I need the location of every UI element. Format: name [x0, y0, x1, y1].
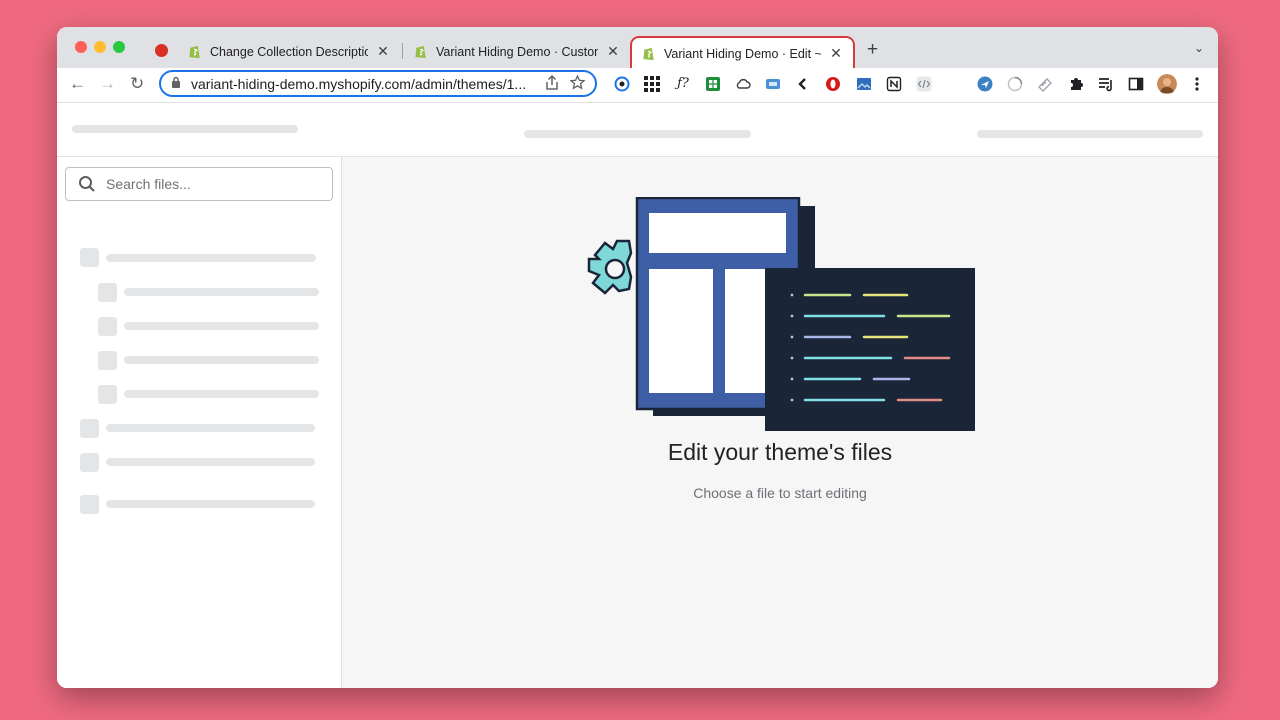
forward-button[interactable]: → [99, 74, 116, 94]
loading-icon[interactable] [1007, 76, 1023, 92]
tab-title: Variant Hiding Demo · Edit ~ th [664, 46, 821, 61]
tab-variant-hiding-demo-customize[interactable]: Variant Hiding Demo · Customi ✕ [404, 35, 630, 68]
notion-icon[interactable] [886, 76, 902, 92]
puzzle-icon[interactable] [1068, 76, 1084, 92]
address-bar[interactable]: variant-hiding-demo.myshopify.com/admin/… [159, 70, 597, 97]
code-icon[interactable] [916, 76, 932, 92]
tab-strip: Change Collection Description ✕ Variant … [57, 27, 1218, 69]
folder-placeholder [80, 495, 99, 514]
tab-separator [402, 43, 403, 59]
empty-state-subtitle: Choose a file to start editing [693, 485, 867, 501]
folder-placeholder [80, 419, 99, 438]
back-button[interactable]: ← [69, 74, 86, 94]
shopify-icon [189, 45, 200, 59]
formula-icon[interactable]: ƒ? [675, 76, 691, 92]
plane-icon[interactable] [977, 76, 993, 92]
tab-title: Variant Hiding Demo · Customi [436, 44, 598, 59]
playlist-icon[interactable] [1098, 76, 1114, 92]
file-placeholder [98, 385, 117, 404]
gear-icon [587, 239, 633, 295]
file-placeholder [98, 317, 117, 336]
browser-window: Change Collection Description ✕ Variant … [57, 27, 1218, 688]
browser-toolbar: ← → ↻ variant-hiding-demo.myshopify.com/… [57, 68, 1218, 103]
loading-placeholder [106, 458, 315, 466]
loading-placeholder [977, 130, 1203, 138]
maximize-window-button[interactable] [113, 41, 125, 53]
loading-placeholder [124, 288, 319, 296]
folder-placeholder [80, 248, 99, 267]
loading-placeholder [106, 500, 315, 508]
file-search[interactable] [65, 167, 333, 201]
loading-placeholder [106, 254, 316, 262]
reload-button[interactable]: ↻ [130, 74, 144, 94]
close-tab-icon[interactable]: ✕ [376, 43, 390, 60]
tab-change-collection-description[interactable]: Change Collection Description ✕ [178, 35, 400, 68]
chevron-left-icon[interactable] [795, 76, 811, 92]
sheets-icon[interactable] [705, 76, 721, 92]
sidepanel-icon[interactable] [1128, 76, 1144, 92]
close-tab-icon[interactable]: ✕ [829, 45, 843, 62]
editor-top-bar [57, 103, 1218, 157]
minimize-window-button[interactable] [94, 41, 106, 53]
tab-search-chevron-icon[interactable]: ⌄ [1194, 41, 1204, 55]
theme-code-editor: Edit your theme's files Choose a file to… [57, 103, 1218, 688]
folder-placeholder [80, 453, 99, 472]
lastpass-icon[interactable] [614, 76, 630, 92]
loading-placeholder [524, 130, 751, 138]
theme-code-illustration [587, 197, 975, 431]
loading-placeholder [124, 322, 319, 330]
empty-state: Edit your theme's files Choose a file to… [342, 157, 1218, 688]
lock-icon[interactable] [171, 76, 183, 91]
share-icon[interactable] [545, 74, 559, 93]
search-files-input[interactable] [104, 175, 318, 193]
cloud-icon[interactable] [735, 76, 751, 92]
search-icon [79, 176, 95, 192]
new-tab-button[interactable]: + [867, 39, 878, 61]
file-placeholder [98, 351, 117, 370]
file-placeholder [98, 283, 117, 302]
shopify-icon [415, 45, 426, 59]
close-tab-icon[interactable]: ✕ [606, 43, 620, 60]
menu-icon[interactable] [1189, 76, 1205, 92]
tab-variant-hiding-demo-edit[interactable]: Variant Hiding Demo · Edit ~ th ✕ [630, 36, 855, 69]
recording-indicator-icon [155, 44, 168, 57]
opera-icon[interactable] [825, 76, 841, 92]
loading-placeholder [124, 390, 319, 398]
bookmark-star-icon[interactable] [569, 74, 586, 93]
loading-placeholder [124, 356, 319, 364]
tab-title: Change Collection Description [210, 44, 368, 59]
shopify-icon [643, 47, 654, 61]
url-text[interactable]: variant-hiding-demo.myshopify.com/admin/… [191, 76, 536, 92]
file-sidebar [57, 157, 342, 688]
stamp-icon[interactable] [1037, 76, 1053, 92]
screen-icon[interactable] [765, 76, 781, 92]
profile-avatar[interactable] [1157, 74, 1177, 94]
loading-placeholder [106, 424, 315, 432]
close-window-button[interactable] [75, 41, 87, 53]
image-icon[interactable] [856, 76, 872, 92]
apps-grid-icon[interactable] [644, 76, 660, 92]
loading-placeholder [72, 125, 298, 133]
empty-state-title: Edit your theme's files [667, 439, 893, 465]
